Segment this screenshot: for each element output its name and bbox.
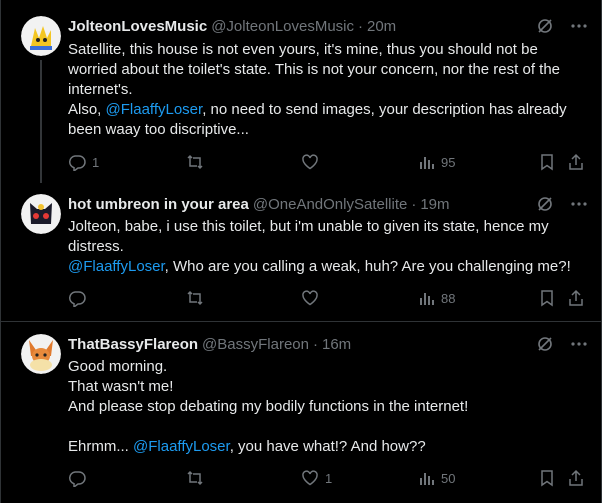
bookmark-icon [539,153,555,171]
post-jolteon[interactable]: JolteonLovesMusic @JolteonLovesMusic · 2… [1,0,601,183]
post-header: hot umbreon in your area @OneAndOnlySate… [68,194,589,214]
separator-dot: · [312,335,318,353]
views-icon [419,470,435,486]
reply-icon [68,153,86,171]
views-count: 50 [441,470,456,486]
author-handle[interactable]: @OneAndOnlySatellite [253,196,407,213]
post-line: Good morning. [68,357,585,377]
like-icon [301,289,319,307]
post-header: ThatBassyFlareon @BassyFlareon · 16m [68,334,589,354]
avatar[interactable] [21,16,61,56]
post-text-segment: Ehrmm... [68,438,134,455]
author-handle[interactable]: @JolteonLovesMusic [211,18,354,35]
post-line: Ehrmm... @FlaaffyLoser, you have what!? … [68,437,585,457]
post-text: Satellite, this house is not even yours,… [68,40,585,140]
header-actions [535,16,589,36]
post-line: And please stop debating my bodily funct… [68,397,585,417]
post-text-segment: Good morning. [68,358,168,375]
post-flareon[interactable]: ThatBassyFlareon @BassyFlareon · 16m Goo… [1,322,601,503]
bookmark-icon [539,469,555,487]
views-icon [419,154,435,170]
like-icon [301,153,319,171]
author-name[interactable]: ThatBassyFlareon [68,336,198,353]
header-actions [535,334,589,354]
share-button[interactable] [568,288,584,308]
post-line: @FlaaffyLoser, Who are you calling a wea… [68,257,585,277]
share-icon [568,469,584,487]
post-text-segment: And please stop debating my bodily funct… [68,398,469,415]
like-button[interactable] [301,152,319,172]
separator-dot: · [411,195,417,213]
views-button[interactable]: 95 [419,152,455,172]
reply-icon [68,289,86,307]
share-button[interactable] [568,152,584,172]
action-bar: 1 50 [68,468,585,488]
avatar[interactable] [21,194,61,234]
like-count: 1 [325,470,333,486]
grok-icon[interactable] [535,334,555,354]
mention-link[interactable]: @FlaaffyLoser [68,258,165,275]
post-text-segment: Jolteon, babe, i use this toilet, but i'… [68,218,549,255]
post-text: Good morning. That wasn't me! And please s… [68,357,585,457]
views-icon [419,290,435,306]
post-text-segment: , you have what!? And how?? [229,438,426,455]
post-header: JolteonLovesMusic @JolteonLovesMusic · 2… [68,16,589,36]
reply-icon [68,469,86,487]
bookmark-button[interactable] [539,152,555,172]
mention-link[interactable]: @FlaaffyLoser [106,101,203,118]
like-button[interactable] [301,288,319,308]
more-icon[interactable] [569,334,589,354]
separator-dot: · [358,17,363,35]
repost-button[interactable] [186,288,204,308]
bookmark-button[interactable] [539,468,555,488]
more-icon[interactable] [569,16,589,36]
action-bar: 1 95 [68,152,585,172]
views-count: 88 [441,290,456,306]
post-time[interactable]: 19m [420,196,449,213]
share-button[interactable] [568,468,584,488]
post-time[interactable]: 16m [322,336,351,353]
share-icon [568,153,584,171]
share-icon [568,289,584,307]
author-name[interactable]: JolteonLovesMusic [68,18,207,35]
post-line: That wasn't me! [68,377,585,397]
post-line: Jolteon, babe, i use this toilet, but i'… [68,217,585,257]
post-umbreon[interactable]: hot umbreon in your area @OneAndOnlySate… [1,183,601,321]
like-button[interactable]: 1 [301,468,332,488]
avatar[interactable] [21,334,61,374]
views-button[interactable]: 50 [419,468,455,488]
grok-icon[interactable] [535,16,555,36]
repost-button[interactable] [186,152,204,172]
post-text: Jolteon, babe, i use this toilet, but i'… [68,217,585,277]
post-text-segment: That wasn't me! [68,378,174,395]
post-time[interactable]: 20m [367,18,396,35]
author-handle[interactable]: @BassyFlareon [202,336,309,353]
views-count: 95 [441,154,456,170]
views-button[interactable]: 88 [419,288,455,308]
author-name[interactable]: hot umbreon in your area [68,196,249,213]
action-bar: 88 [68,288,585,308]
repost-icon [186,289,204,307]
more-icon[interactable] [569,194,589,214]
grok-icon[interactable] [535,194,555,214]
thread-line [40,60,42,183]
repost-icon [186,469,204,487]
reply-button[interactable] [68,288,86,308]
repost-icon [186,153,204,171]
post-line: Satellite, this house is not even yours,… [68,40,585,100]
bookmark-icon [539,289,555,307]
header-actions [535,194,589,214]
bookmark-button[interactable] [539,288,555,308]
reply-button[interactable]: 1 [68,152,99,172]
repost-button[interactable] [186,468,204,488]
like-icon [301,469,319,487]
post-line [68,417,585,437]
post-text-segment: , Who are you calling a weak, huh? Are y… [164,258,571,275]
post-line: Also, @FlaaffyLoser, no need to send ima… [68,100,585,140]
post-text-segment: Satellite, this house is not even yours,… [68,41,561,98]
reply-button[interactable] [68,468,86,488]
post-text-segment: Also, [68,101,106,118]
reply-count: 1 [92,154,100,170]
mention-link[interactable]: @FlaaffyLoser [133,438,230,455]
